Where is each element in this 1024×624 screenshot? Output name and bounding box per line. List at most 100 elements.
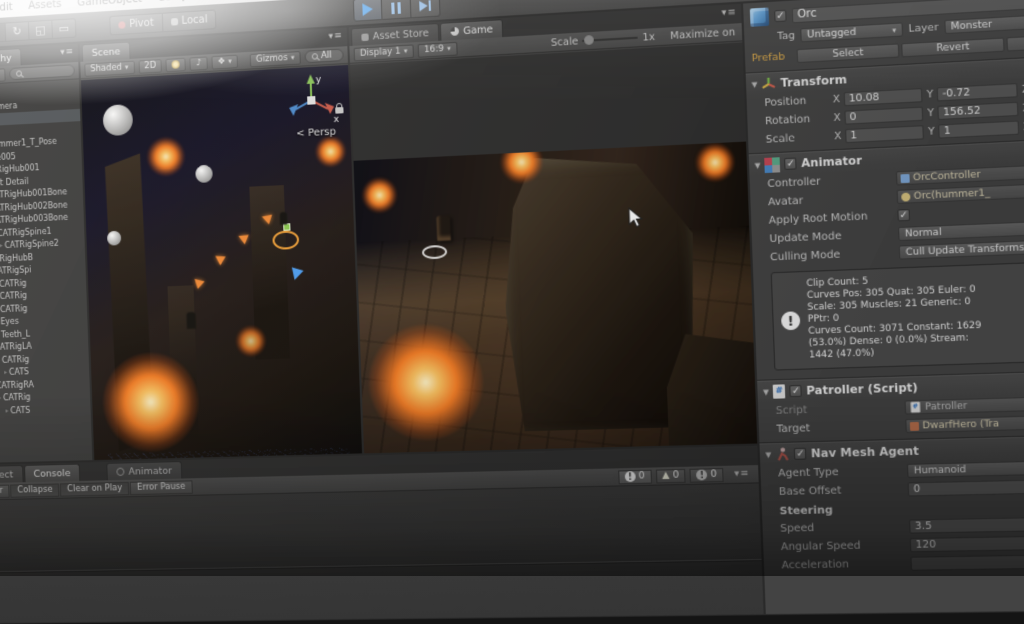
light-probe-sphere xyxy=(103,104,134,136)
transform-asset-icon xyxy=(910,421,919,430)
rotation-x-field[interactable]: 0 xyxy=(844,107,923,125)
apply-root-motion-checkbox[interactable]: ✓ xyxy=(897,209,910,222)
foldout-icon[interactable]: ▼ xyxy=(754,161,760,170)
scale-value: 1x xyxy=(642,31,655,43)
script-asset-icon xyxy=(911,402,921,413)
component-title[interactable]: Nav Mesh Agent xyxy=(811,444,919,460)
target-object-field[interactable]: DwarfHero (Tra xyxy=(905,413,1024,433)
selection-circle-gizmo xyxy=(272,230,299,250)
component-enabled-checkbox[interactable]: ✓ xyxy=(794,448,807,460)
base-offset-field[interactable]: 0 xyxy=(908,478,1024,497)
rotation-y-field[interactable]: 156.52 xyxy=(937,102,1018,120)
aspect-dropdown[interactable]: 16:9▾ xyxy=(418,41,458,57)
console-toolbar-button[interactable]: Error Pause xyxy=(130,480,193,495)
prefab-button[interactable]: Apply xyxy=(1007,31,1024,51)
scale-x-field[interactable]: 1 xyxy=(845,125,924,143)
tag-dropdown[interactable]: Untagged▾ xyxy=(800,22,903,42)
unity-editor-window: FileEditAssetsGameObjectComponentSASXbox… xyxy=(0,0,1024,624)
pivot-icon xyxy=(118,21,125,29)
component-enabled-checkbox[interactable]: ✓ xyxy=(790,385,803,397)
2d-toggle[interactable]: 2D xyxy=(138,59,162,74)
menu-item[interactable]: Component xyxy=(150,0,227,4)
rotate-tool-icon[interactable]: ↻ xyxy=(6,21,30,42)
axis-x-label: x xyxy=(333,114,339,125)
console-log-area[interactable] xyxy=(0,483,764,623)
console-toolbar-button[interactable]: Collapse xyxy=(10,483,59,497)
navmesh-agent-component: ▼ ✓ Nav Mesh Agent Agent Type Humanoid▾ … xyxy=(759,434,1024,578)
game-viewport[interactable] xyxy=(354,142,758,454)
base-offset-label: Base Offset xyxy=(779,484,904,499)
panel-menu-icon[interactable]: ▾≡ xyxy=(328,31,343,42)
pause-icon xyxy=(391,2,401,14)
tab-console[interactable]: Console xyxy=(24,464,81,483)
speed-field[interactable]: 3.5 xyxy=(909,515,1024,533)
panel-menu-icon[interactable]: ▾≡ xyxy=(734,469,750,480)
component-title[interactable]: Animator xyxy=(801,154,862,170)
hierarchy-search-input[interactable] xyxy=(9,64,75,80)
play-button[interactable] xyxy=(353,0,383,22)
audio-toggle[interactable]: ♪ xyxy=(190,56,208,70)
component-enabled-checkbox[interactable]: ✓ xyxy=(784,157,797,169)
foldout-icon[interactable]: ▼ xyxy=(765,450,771,459)
lock-icon[interactable] xyxy=(335,107,343,114)
shading-mode-dropdown[interactable]: Shaded▾ xyxy=(84,60,134,76)
foldout-icon[interactable]: ▼ xyxy=(751,80,757,89)
angular-speed-field[interactable]: 120 xyxy=(910,534,1024,552)
hierarchy-tree: Main CameraOrcdOrcHummer1_T_PoseBone005C… xyxy=(0,96,92,464)
maximize-on-play-toggle[interactable]: Maximize on Play xyxy=(670,26,738,42)
scale-slider-knob[interactable] xyxy=(584,35,594,45)
position-x-field[interactable]: 10.08 xyxy=(843,88,922,106)
rect-tool-icon[interactable]: ▭ xyxy=(52,18,76,39)
error-filter-button[interactable]: !0 xyxy=(690,468,724,483)
panel-menu-icon[interactable]: ▾≡ xyxy=(60,47,74,58)
lighting-toggle[interactable] xyxy=(166,57,186,72)
avatar-asset-icon xyxy=(901,192,910,201)
position-y-field[interactable]: -0.72 xyxy=(936,83,1017,101)
scale-slider[interactable] xyxy=(582,37,638,42)
animator-stats-text: Clip Count: 5Curves Pos: 305 Quat: 305 E… xyxy=(806,272,982,362)
scene-panel: Scene ▾≡ Shaded▾ 2D ♪ ❖▾ Gizmos▾ All xyxy=(79,26,363,461)
effects-dropdown[interactable]: ❖▾ xyxy=(211,54,238,69)
foldout-icon[interactable]: ▼ xyxy=(763,388,769,397)
component-title[interactable]: Patroller (Script) xyxy=(806,381,918,397)
info-icon: ! xyxy=(781,311,800,330)
acceleration-field[interactable] xyxy=(910,553,1024,571)
warning-filter-button[interactable]: ▲0 xyxy=(655,468,685,483)
step-button[interactable] xyxy=(411,0,441,18)
scene-orientation-gizmo[interactable]: y x xyxy=(279,69,344,131)
tab-game[interactable]: Game xyxy=(440,19,504,41)
console-splitter[interactable] xyxy=(0,559,762,573)
create-button[interactable]: Create▾ xyxy=(0,68,5,84)
pause-button[interactable] xyxy=(382,0,412,20)
menu-item[interactable]: Assets xyxy=(20,0,69,12)
component-title[interactable]: Transform xyxy=(780,73,847,90)
pivot-button[interactable]: Pivot xyxy=(109,12,162,35)
persp-label[interactable]: < Persp xyxy=(296,126,336,140)
scale-tool-icon[interactable]: ◱ xyxy=(29,19,53,40)
agent-type-dropdown[interactable]: Humanoid▾ xyxy=(907,459,1024,478)
apply-root-motion-label: Apply Root Motion xyxy=(769,210,894,227)
navmesh-agent-icon xyxy=(775,447,790,461)
prefab-button[interactable]: Select xyxy=(797,43,899,63)
display-dropdown[interactable]: Display 1▾ xyxy=(354,44,414,61)
menu-item[interactable]: GameObject xyxy=(69,0,150,9)
info-filter-button[interactable]: !0 xyxy=(618,469,652,484)
scene-search-input[interactable]: All xyxy=(304,49,343,64)
script-object-field[interactable]: Patroller xyxy=(905,394,1024,414)
console-toolbar-button[interactable]: Clear xyxy=(0,484,10,498)
hierarchy-item[interactable]: CATS xyxy=(0,402,91,418)
prefab-button[interactable]: Revert xyxy=(901,37,1005,57)
scene-viewport[interactable]: y x < Persp xyxy=(81,65,362,460)
console-toolbar-button[interactable]: Clear on Play xyxy=(60,481,129,496)
gizmos-dropdown[interactable]: Gizmos▾ xyxy=(250,51,301,67)
tab-animator[interactable]: Animator xyxy=(106,461,182,480)
local-button[interactable]: Local xyxy=(161,9,217,32)
tab-project[interactable]: Project xyxy=(0,465,23,483)
panel-menu-icon[interactable]: ▾≡ xyxy=(721,7,737,19)
step-icon xyxy=(419,0,431,11)
orc-character xyxy=(187,312,197,329)
tab-scene[interactable]: Scene xyxy=(82,41,131,61)
scale-y-field[interactable]: 1 xyxy=(938,120,1019,138)
active-checkbox[interactable]: ✓ xyxy=(774,10,787,23)
menu-item[interactable]: Edit xyxy=(0,0,21,14)
